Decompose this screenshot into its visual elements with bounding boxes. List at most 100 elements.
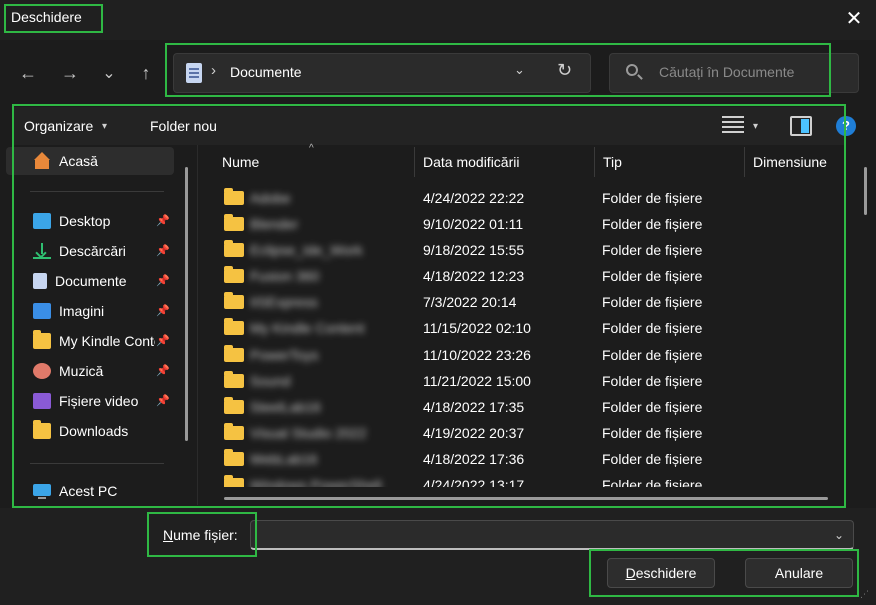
- file-name-label-text: ume fișier:: [173, 527, 238, 543]
- file-name: PowerToys: [250, 347, 319, 363]
- file-name-dropdown-icon[interactable]: ⌄: [834, 528, 844, 542]
- close-icon[interactable]: ✕: [843, 8, 865, 30]
- documents-icon: [186, 63, 202, 83]
- sidebar-scrollbar[interactable]: [185, 167, 188, 441]
- file-row[interactable]: Fusion 360 4/18/2022 12:23 Folder de fiș…: [214, 263, 834, 289]
- sidebar-item-label: Desktop: [59, 213, 111, 229]
- pin-icon[interactable]: 📌: [156, 394, 170, 407]
- file-row[interactable]: Adobe 4/24/2022 22:22 Folder de fișiere: [214, 185, 834, 211]
- pin-icon[interactable]: 📌: [156, 364, 170, 377]
- recent-locations-chevron-icon[interactable]: ⌄: [96, 60, 122, 86]
- forward-arrow-icon[interactable]: →: [57, 60, 83, 86]
- file-date: 11/15/2022 02:10: [423, 320, 531, 336]
- up-arrow-icon[interactable]: ↑: [133, 60, 159, 86]
- file-row[interactable]: PowerToys 11/10/2022 23:26 Folder de fiș…: [214, 342, 834, 368]
- file-row[interactable]: Windows PowerShell 4/24/2022 13:17 Folde…: [214, 472, 834, 487]
- pin-icon[interactable]: 📌: [156, 304, 170, 317]
- sidebar-item-label: Muzică: [59, 363, 104, 379]
- documents-icon: [33, 273, 47, 289]
- file-type: Folder de fișiere: [602, 425, 703, 441]
- sidebar-item-home[interactable]: Acasă: [14, 147, 174, 175]
- organize-caret-icon[interactable]: ▾: [102, 121, 107, 132]
- folder-icon: [224, 188, 244, 205]
- view-details-icon[interactable]: [722, 116, 744, 136]
- file-name: Blender: [250, 216, 299, 232]
- sidebar-item-label: Acasă: [59, 153, 98, 169]
- downloads-icon: [33, 243, 51, 259]
- folder-icon: [224, 214, 244, 231]
- file-name: Visual Studio 2022: [250, 425, 367, 441]
- sidebar-item-label: Descărcări: [59, 243, 126, 259]
- search-icon: [626, 64, 638, 76]
- file-row[interactable]: IISExpress 7/3/2022 20:14 Folder de fiși…: [214, 289, 834, 315]
- file-row[interactable]: My Kindle Content 11/15/2022 02:10 Folde…: [214, 315, 834, 341]
- breadcrumb-documents[interactable]: Documente: [230, 64, 302, 80]
- view-options-caret-icon[interactable]: ▾: [753, 121, 758, 132]
- back-arrow-icon[interactable]: ←: [15, 60, 41, 86]
- folder-icon: [224, 371, 244, 388]
- cancel-button[interactable]: Anulare: [745, 558, 853, 588]
- file-name-input[interactable]: [250, 520, 854, 550]
- file-row[interactable]: SteelLab16 4/18/2022 17:35 Folder de fiș…: [214, 394, 834, 420]
- column-header-size[interactable]: Dimensiune: [753, 145, 833, 179]
- file-row[interactable]: Visual Studio 2022 4/19/2022 20:37 Folde…: [214, 420, 834, 446]
- file-type: Folder de fișiere: [602, 399, 703, 415]
- preview-pane-icon[interactable]: [790, 116, 812, 136]
- file-row[interactable]: WebLab16 4/18/2022 17:36 Folder de fișie…: [214, 446, 834, 472]
- music-icon: [33, 363, 51, 379]
- file-row[interactable]: Eclipse_Ide_Work 9/18/2022 15:55 Folder …: [214, 237, 834, 263]
- column-header-date[interactable]: Data modificării: [423, 145, 593, 179]
- sidebar-item-pictures[interactable]: Imagini 📌: [14, 297, 174, 325]
- sidebar-item-documents[interactable]: Documente 📌: [14, 267, 174, 295]
- horizontal-scrollbar[interactable]: [224, 497, 828, 500]
- sidebar-item-videos[interactable]: Fișiere video 📌: [14, 387, 174, 415]
- folder-icon: [33, 330, 51, 349]
- refresh-icon[interactable]: ↻: [557, 60, 572, 81]
- vertical-scrollbar[interactable]: [864, 167, 867, 215]
- column-header-name[interactable]: Nume: [222, 145, 412, 179]
- help-icon[interactable]: ?: [836, 116, 856, 136]
- file-date: 7/3/2022 20:14: [423, 294, 517, 310]
- sidebar-item-this-pc[interactable]: Acest PC: [14, 477, 174, 505]
- file-name: Adobe: [250, 190, 291, 206]
- pin-icon[interactable]: 📌: [156, 214, 170, 227]
- folder-icon: [224, 345, 244, 362]
- dialog-title: Deschidere: [11, 9, 82, 25]
- file-date: 11/21/2022 15:00: [423, 373, 531, 389]
- sidebar-item-downloads[interactable]: Downloads: [14, 417, 174, 445]
- file-row[interactable]: Sound 11/21/2022 15:00 Folder de fișiere: [214, 368, 834, 394]
- open-button[interactable]: Deschidere: [607, 558, 715, 588]
- column-header-type[interactable]: Tip: [603, 145, 743, 179]
- sidebar-item-label: Downloads: [59, 423, 129, 439]
- desktop-icon: [33, 213, 51, 229]
- file-name: WebLab16: [250, 451, 318, 467]
- column-divider[interactable]: [594, 147, 595, 177]
- folder-icon: [224, 240, 244, 257]
- open-button-accesskey: D: [625, 565, 636, 581]
- sidebar-item-music[interactable]: Muzică 📌: [14, 357, 174, 385]
- pane-divider[interactable]: [197, 145, 198, 505]
- search-input[interactable]: Căutați în Documente: [659, 64, 794, 80]
- column-divider[interactable]: [744, 147, 745, 177]
- new-folder-button[interactable]: Folder nou: [150, 118, 217, 134]
- sidebar-item-kindle[interactable]: My Kindle Content 📌: [14, 327, 174, 355]
- file-row[interactable]: Blender 9/10/2022 01:11 Folder de fișier…: [214, 211, 834, 237]
- resize-grip-icon[interactable]: ⋰: [860, 590, 872, 602]
- file-date: 9/10/2022 01:11: [423, 216, 524, 232]
- pin-icon[interactable]: 📌: [156, 334, 170, 347]
- file-type: Folder de fișiere: [602, 320, 703, 336]
- sidebar-item-label: Fișiere video: [59, 393, 139, 409]
- organize-button[interactable]: Organizare: [24, 118, 93, 134]
- file-type: Folder de fișiere: [602, 477, 703, 487]
- sidebar-item-downloads-ro[interactable]: Descărcări 📌: [14, 237, 174, 265]
- title-bar: [0, 0, 876, 40]
- pin-icon[interactable]: 📌: [156, 244, 170, 257]
- pictures-icon: [33, 303, 51, 319]
- column-divider[interactable]: [414, 147, 415, 177]
- breadcrumb-chevron-icon[interactable]: ›: [211, 62, 216, 79]
- folder-icon: [224, 423, 244, 440]
- sidebar-item-desktop[interactable]: Desktop 📌: [14, 207, 174, 235]
- file-type: Folder de fișiere: [602, 268, 703, 284]
- address-dropdown-icon[interactable]: ⌄: [514, 62, 525, 78]
- pin-icon[interactable]: 📌: [156, 274, 170, 287]
